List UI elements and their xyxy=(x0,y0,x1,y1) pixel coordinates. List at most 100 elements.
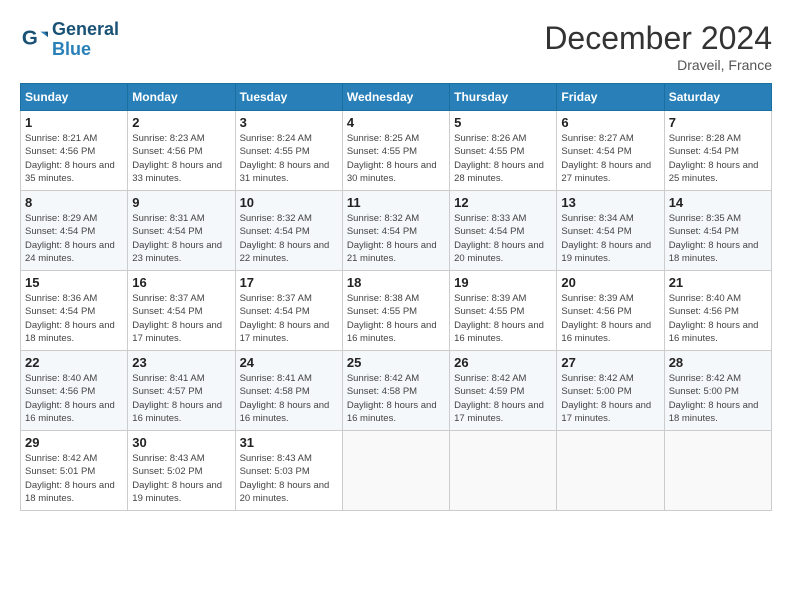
col-monday: Monday xyxy=(128,84,235,111)
day-number: 5 xyxy=(454,115,552,130)
calendar-row: 1Sunrise: 8:21 AMSunset: 4:56 PMDaylight… xyxy=(21,111,772,191)
day-info: Sunrise: 8:42 AMSunset: 5:00 PMDaylight:… xyxy=(669,372,767,425)
day-number: 25 xyxy=(347,355,445,370)
day-info: Sunrise: 8:43 AMSunset: 5:02 PMDaylight:… xyxy=(132,452,230,505)
calendar-cell: 12Sunrise: 8:33 AMSunset: 4:54 PMDayligh… xyxy=(450,191,557,271)
calendar-cell: 4Sunrise: 8:25 AMSunset: 4:55 PMDaylight… xyxy=(342,111,449,191)
calendar-cell: 2Sunrise: 8:23 AMSunset: 4:56 PMDaylight… xyxy=(128,111,235,191)
day-info: Sunrise: 8:39 AMSunset: 4:55 PMDaylight:… xyxy=(454,292,552,345)
calendar-row: 22 Sunrise: 8:40 AMSunset: 4:56 PMDayligh… xyxy=(21,351,772,431)
day-info: Sunrise: 8:29 AMSunset: 4:54 PMDaylight:… xyxy=(25,212,123,265)
calendar-cell: 19Sunrise: 8:39 AMSunset: 4:55 PMDayligh… xyxy=(450,271,557,351)
header-row: Sunday Monday Tuesday Wednesday Thursday… xyxy=(21,84,772,111)
calendar-cell: 11Sunrise: 8:32 AMSunset: 4:54 PMDayligh… xyxy=(342,191,449,271)
day-info: Sunrise: 8:31 AMSunset: 4:54 PMDaylight:… xyxy=(132,212,230,265)
col-sunday: Sunday xyxy=(21,84,128,111)
col-tuesday: Tuesday xyxy=(235,84,342,111)
day-info: Sunrise: 8:42 AMSunset: 4:59 PMDaylight:… xyxy=(454,372,552,425)
calendar-cell: 13 Sunrise: 8:34 AMSunset: 4:54 PMDayligh… xyxy=(557,191,664,271)
day-info: Sunrise: 8:43 AMSunset: 5:03 PMDaylight:… xyxy=(240,452,338,505)
calendar-cell: 7 Sunrise: 8:28 AMSunset: 4:54 PMDaylight… xyxy=(664,111,771,191)
day-number: 16 xyxy=(132,275,230,290)
col-thursday: Thursday xyxy=(450,84,557,111)
day-info: Sunrise: 8:39 AMSunset: 4:56 PMDaylight:… xyxy=(561,292,659,345)
day-info: Sunrise: 8:32 AMSunset: 4:54 PMDaylight:… xyxy=(240,212,338,265)
day-info: Sunrise: 8:37 AMSunset: 4:54 PMDaylight:… xyxy=(132,292,230,345)
calendar-cell xyxy=(342,431,449,511)
day-number: 29 xyxy=(25,435,123,450)
day-number: 26 xyxy=(454,355,552,370)
col-friday: Friday xyxy=(557,84,664,111)
calendar-cell: 16 Sunrise: 8:37 AMSunset: 4:54 PMDayligh… xyxy=(128,271,235,351)
calendar-cell: 15 Sunrise: 8:36 AMSunset: 4:54 PMDayligh… xyxy=(21,271,128,351)
logo-icon: G xyxy=(20,26,48,54)
calendar-cell: 18 Sunrise: 8:38 AMSunset: 4:55 PMDayligh… xyxy=(342,271,449,351)
day-number: 17 xyxy=(240,275,338,290)
calendar-cell: 29 Sunrise: 8:42 AMSunset: 5:01 PMDayligh… xyxy=(21,431,128,511)
calendar-cell: 14 Sunrise: 8:35 AMSunset: 4:54 PMDayligh… xyxy=(664,191,771,271)
day-info: Sunrise: 8:40 AMSunset: 4:56 PMDaylight:… xyxy=(669,292,767,345)
calendar-cell: 8 Sunrise: 8:29 AMSunset: 4:54 PMDaylight… xyxy=(21,191,128,271)
day-info: Sunrise: 8:40 AMSunset: 4:56 PMDaylight:… xyxy=(25,372,123,425)
day-info: Sunrise: 8:27 AMSunset: 4:54 PMDaylight:… xyxy=(561,132,659,185)
day-number: 23 xyxy=(132,355,230,370)
logo: G General Blue xyxy=(20,20,119,60)
calendar-cell: 5 Sunrise: 8:26 AMSunset: 4:55 PMDaylight… xyxy=(450,111,557,191)
calendar-cell: 21 Sunrise: 8:40 AMSunset: 4:56 PMDayligh… xyxy=(664,271,771,351)
svg-text:G: G xyxy=(22,26,38,49)
calendar-cell: 6Sunrise: 8:27 AMSunset: 4:54 PMDaylight… xyxy=(557,111,664,191)
day-info: Sunrise: 8:35 AMSunset: 4:54 PMDaylight:… xyxy=(669,212,767,265)
day-number: 4 xyxy=(347,115,445,130)
calendar-cell: 20Sunrise: 8:39 AMSunset: 4:56 PMDayligh… xyxy=(557,271,664,351)
calendar-row: 29 Sunrise: 8:42 AMSunset: 5:01 PMDayligh… xyxy=(21,431,772,511)
calendar-cell xyxy=(664,431,771,511)
day-info: Sunrise: 8:21 AMSunset: 4:56 PMDaylight:… xyxy=(25,132,123,185)
day-number: 12 xyxy=(454,195,552,210)
day-info: Sunrise: 8:28 AMSunset: 4:54 PMDaylight:… xyxy=(669,132,767,185)
day-number: 2 xyxy=(132,115,230,130)
calendar-cell: 31Sunrise: 8:43 AMSunset: 5:03 PMDayligh… xyxy=(235,431,342,511)
calendar-row: 8 Sunrise: 8:29 AMSunset: 4:54 PMDaylight… xyxy=(21,191,772,271)
col-saturday: Saturday xyxy=(664,84,771,111)
day-number: 15 xyxy=(25,275,123,290)
calendar-cell xyxy=(557,431,664,511)
day-info: Sunrise: 8:24 AMSunset: 4:55 PMDaylight:… xyxy=(240,132,338,185)
day-number: 14 xyxy=(669,195,767,210)
calendar-cell: 27Sunrise: 8:42 AMSunset: 5:00 PMDayligh… xyxy=(557,351,664,431)
calendar-cell: 28Sunrise: 8:42 AMSunset: 5:00 PMDayligh… xyxy=(664,351,771,431)
day-number: 18 xyxy=(347,275,445,290)
day-number: 13 xyxy=(561,195,659,210)
month-title: December 2024 xyxy=(544,20,772,57)
calendar-cell: 17 Sunrise: 8:37 AMSunset: 4:54 PMDayligh… xyxy=(235,271,342,351)
day-info: Sunrise: 8:38 AMSunset: 4:55 PMDaylight:… xyxy=(347,292,445,345)
day-info: Sunrise: 8:42 AMSunset: 5:01 PMDaylight:… xyxy=(25,452,123,505)
day-info: Sunrise: 8:26 AMSunset: 4:55 PMDaylight:… xyxy=(454,132,552,185)
calendar-cell: 25Sunrise: 8:42 AMSunset: 4:58 PMDayligh… xyxy=(342,351,449,431)
page-header: G General Blue December 2024 Draveil, Fr… xyxy=(20,20,772,73)
day-info: Sunrise: 8:41 AMSunset: 4:58 PMDaylight:… xyxy=(240,372,338,425)
logo-text: General Blue xyxy=(52,20,119,60)
day-number: 7 xyxy=(669,115,767,130)
col-wednesday: Wednesday xyxy=(342,84,449,111)
day-info: Sunrise: 8:34 AMSunset: 4:54 PMDaylight:… xyxy=(561,212,659,265)
calendar-cell xyxy=(450,431,557,511)
day-info: Sunrise: 8:41 AMSunset: 4:57 PMDaylight:… xyxy=(132,372,230,425)
logo-line2: Blue xyxy=(52,40,119,60)
day-number: 9 xyxy=(132,195,230,210)
day-number: 24 xyxy=(240,355,338,370)
day-number: 11 xyxy=(347,195,445,210)
day-number: 22 xyxy=(25,355,123,370)
title-block: December 2024 Draveil, France xyxy=(544,20,772,73)
day-number: 30 xyxy=(132,435,230,450)
calendar-cell: 10Sunrise: 8:32 AMSunset: 4:54 PMDayligh… xyxy=(235,191,342,271)
day-number: 3 xyxy=(240,115,338,130)
day-info: Sunrise: 8:36 AMSunset: 4:54 PMDaylight:… xyxy=(25,292,123,345)
day-info: Sunrise: 8:37 AMSunset: 4:54 PMDaylight:… xyxy=(240,292,338,345)
day-info: Sunrise: 8:42 AMSunset: 5:00 PMDaylight:… xyxy=(561,372,659,425)
day-number: 21 xyxy=(669,275,767,290)
day-number: 8 xyxy=(25,195,123,210)
calendar-cell: 22 Sunrise: 8:40 AMSunset: 4:56 PMDayligh… xyxy=(21,351,128,431)
calendar-cell: 24 Sunrise: 8:41 AMSunset: 4:58 PMDayligh… xyxy=(235,351,342,431)
logo-line1: General xyxy=(52,19,119,39)
calendar-cell: 3 Sunrise: 8:24 AMSunset: 4:55 PMDaylight… xyxy=(235,111,342,191)
